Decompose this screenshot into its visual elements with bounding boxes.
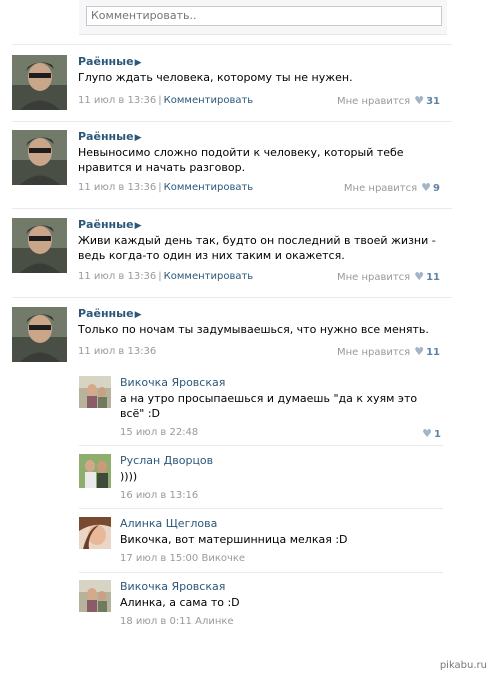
divider <box>12 44 452 45</box>
post-date[interactable]: 11 июл в 13:36 <box>78 182 156 193</box>
reply-author[interactable]: Викочка Яровская <box>120 580 225 594</box>
reply-avatar[interactable] <box>79 454 111 488</box>
divider <box>79 445 443 446</box>
comment-box <box>79 0 447 35</box>
play-icon: ▶ <box>134 133 142 143</box>
reply-author[interactable]: Руслан Дворцов <box>120 454 213 468</box>
reply-avatar[interactable] <box>79 580 111 612</box>
post: Раённые▶ Невыносимо сложно подойти к чел… <box>12 130 452 194</box>
heart-icon: ♥ <box>414 270 425 283</box>
play-icon: ▶ <box>134 58 142 68</box>
post-meta: 11 июл в 13:36 | Комментировать <box>78 181 253 194</box>
post: Раённые▶ Глупо ждать человека, которому … <box>12 55 452 111</box>
like-count: 9 <box>433 183 440 194</box>
reply-avatar[interactable] <box>79 517 111 549</box>
like-button[interactable]: ♥ 1 <box>422 427 441 440</box>
meta-separator: | <box>158 182 162 193</box>
like-count: 1 <box>434 429 441 440</box>
reply-author[interactable]: Викочка Яровская <box>120 376 225 390</box>
play-icon: ▶ <box>134 310 142 320</box>
reply: Викочка Яровская Алинка, а сама то :D 18… <box>79 580 443 630</box>
like-label: Мне нравится <box>336 347 411 358</box>
reply-text: Викочка, вот матершинница мелкая :D <box>120 533 348 546</box>
reply: Викочка Яровская а на утро просыпаешься … <box>79 376 443 440</box>
author-name[interactable]: Раённые <box>78 130 134 143</box>
meta-separator: | <box>158 271 162 282</box>
post-avatar[interactable] <box>12 307 67 362</box>
heart-icon: ♥ <box>421 181 432 194</box>
like-button[interactable]: Мне нравится ♥ 9 <box>344 181 440 195</box>
post-text: Невыносимо сложно подойти к человеку, ко… <box>78 146 404 174</box>
like-count: 31 <box>426 96 440 107</box>
post-date[interactable]: 11 июл в 13:36 <box>78 95 156 106</box>
post: Раённые▶ Только по ночам ты задумываешьс… <box>12 307 452 363</box>
like-count: 11 <box>426 272 440 283</box>
post-avatar[interactable] <box>12 55 67 110</box>
post-author[interactable]: Раённые▶ <box>78 307 141 322</box>
heart-icon: ♥ <box>414 345 425 358</box>
comment-link[interactable]: Комментировать <box>164 182 254 193</box>
reply: Руслан Дворцов )))) 16 июл в 13:16 <box>79 454 443 504</box>
heart-icon: ♥ <box>414 94 425 107</box>
divider <box>12 297 452 298</box>
like-button[interactable]: Мне нравится ♥ 11 <box>337 345 440 359</box>
like-label: Мне нравится <box>336 96 411 107</box>
play-icon: ▶ <box>134 221 142 231</box>
reply-date[interactable]: 17 июл в 15:00 Викочке <box>120 553 245 564</box>
divider <box>79 508 443 509</box>
reply-date[interactable]: 18 июл в 0:11 Алинке <box>120 616 234 627</box>
post-date[interactable]: 11 июл в 13:36 <box>78 271 156 282</box>
reply-text: Алинка, а сама то :D <box>120 596 240 609</box>
author-name[interactable]: Раённые <box>78 307 134 320</box>
post-author[interactable]: Раённые▶ <box>78 130 141 145</box>
post-meta: 11 июл в 13:36 | Комментировать <box>78 270 253 283</box>
like-button[interactable]: Мне нравится ♥ 11 <box>337 270 440 284</box>
author-name[interactable]: Раённые <box>78 55 134 68</box>
like-label: Мне нравится <box>343 183 418 194</box>
comment-link[interactable]: Комментировать <box>164 95 254 106</box>
author-name[interactable]: Раённые <box>78 218 134 231</box>
post-avatar[interactable] <box>12 130 67 185</box>
reply-avatar[interactable] <box>79 376 111 408</box>
reply: Алинка Щеглова Викочка, вот матершинница… <box>79 517 443 567</box>
meta-separator: | <box>158 95 162 106</box>
post-meta: 11 июл в 13:36 | Комментировать <box>78 94 253 107</box>
reply-text: )))) <box>120 470 138 483</box>
post-text: Только по ночам ты задумываешься, что ну… <box>78 323 429 336</box>
reply-date[interactable]: 16 июл в 13:16 <box>120 490 198 501</box>
like-count: 11 <box>426 347 440 358</box>
post-date[interactable]: 11 июл в 13:36 <box>78 346 156 357</box>
like-label: Мне нравится <box>336 272 411 283</box>
post-text: Глупо ждать человека, которому ты не нуж… <box>78 71 353 84</box>
heart-icon: ♥ <box>422 427 433 440</box>
divider <box>12 208 452 209</box>
reply-date[interactable]: 15 июл в 22:48 <box>120 427 198 438</box>
post-author[interactable]: Раённые▶ <box>78 55 141 70</box>
post-author[interactable]: Раённые▶ <box>78 218 141 233</box>
post: Раённые▶ Живи каждый день так, будто он … <box>12 218 452 283</box>
comment-input[interactable] <box>86 6 442 26</box>
post-text: Живи каждый день так, будто он последний… <box>78 234 436 262</box>
comment-link[interactable]: Комментировать <box>164 271 254 282</box>
divider <box>79 572 443 573</box>
post-avatar[interactable] <box>12 218 67 273</box>
post-meta: 11 июл в 13:36 <box>78 345 156 358</box>
reply-author[interactable]: Алинка Щеглова <box>120 517 217 531</box>
reply-text: а на утро просыпаешься и думаешь "да к х… <box>120 392 418 420</box>
divider <box>12 121 452 122</box>
watermark: pikabu.ru <box>439 660 487 671</box>
like-button[interactable]: Мне нравится ♥ 31 <box>337 94 440 108</box>
